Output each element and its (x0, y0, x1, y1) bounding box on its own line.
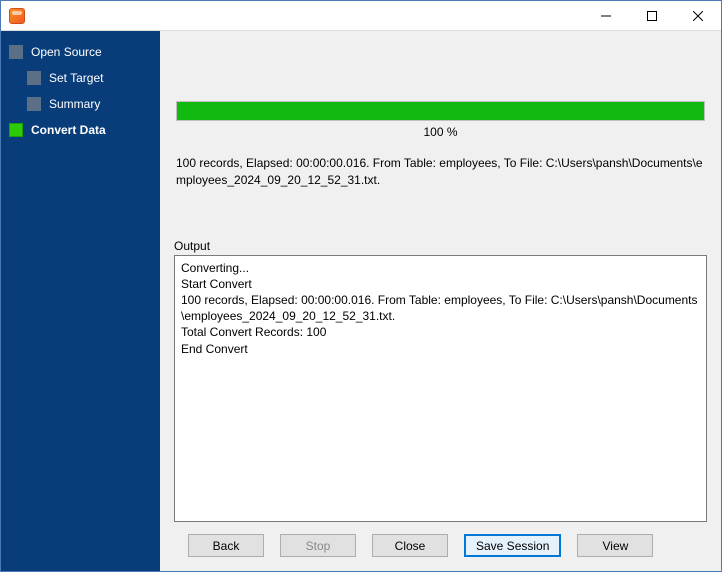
sidebar-item-set-target[interactable]: Set Target (1, 65, 160, 91)
sidebar-item-summary[interactable]: Summary (1, 91, 160, 117)
back-button[interactable]: Back (188, 534, 264, 557)
titlebar (1, 1, 721, 31)
close-button[interactable]: Close (372, 534, 448, 557)
output-line: Converting... (181, 260, 700, 276)
sidebar-item-open-source[interactable]: Open Source (1, 39, 160, 65)
output-line: 100 records, Elapsed: 00:00:00.016. From… (181, 292, 700, 324)
content: Open Source Set Target Summary Convert Data… (1, 31, 721, 571)
output-line: Total Convert Records: 100 (181, 324, 700, 340)
output-line: End Convert (181, 341, 700, 357)
stop-button[interactable]: Stop (280, 534, 356, 557)
step-indicator-icon (27, 71, 41, 85)
summary-text: 100 records, Elapsed: 00:00:00.016. From… (176, 155, 705, 189)
step-indicator-icon (27, 97, 41, 111)
sidebar: Open Source Set Target Summary Convert Data (1, 31, 160, 571)
progress-bar-track (176, 101, 705, 121)
view-button[interactable]: View (577, 534, 653, 557)
output-textarea[interactable]: Converting...Start Convert100 records, E… (174, 255, 707, 522)
button-row: Back Stop Close Save Session View (174, 522, 707, 561)
close-window-button[interactable] (675, 1, 721, 31)
sidebar-item-label: Open Source (31, 45, 102, 59)
app-icon (9, 8, 25, 24)
minimize-button[interactable] (583, 1, 629, 31)
sidebar-item-label: Convert Data (31, 123, 106, 137)
step-indicator-icon (9, 123, 23, 137)
step-indicator-icon (9, 45, 23, 59)
main-panel: 100 % 100 records, Elapsed: 00:00:00.016… (160, 31, 721, 571)
progress-label: 100 % (176, 125, 705, 139)
output-label: Output (174, 239, 707, 253)
progress-section: 100 % 100 records, Elapsed: 00:00:00.016… (174, 41, 707, 189)
progress-bar-fill (177, 102, 704, 120)
sidebar-item-convert-data[interactable]: Convert Data (1, 117, 160, 143)
maximize-button[interactable] (629, 1, 675, 31)
sidebar-item-label: Set Target (49, 71, 103, 85)
save-session-button[interactable]: Save Session (464, 534, 561, 557)
sidebar-item-label: Summary (49, 97, 100, 111)
output-line: Start Convert (181, 276, 700, 292)
